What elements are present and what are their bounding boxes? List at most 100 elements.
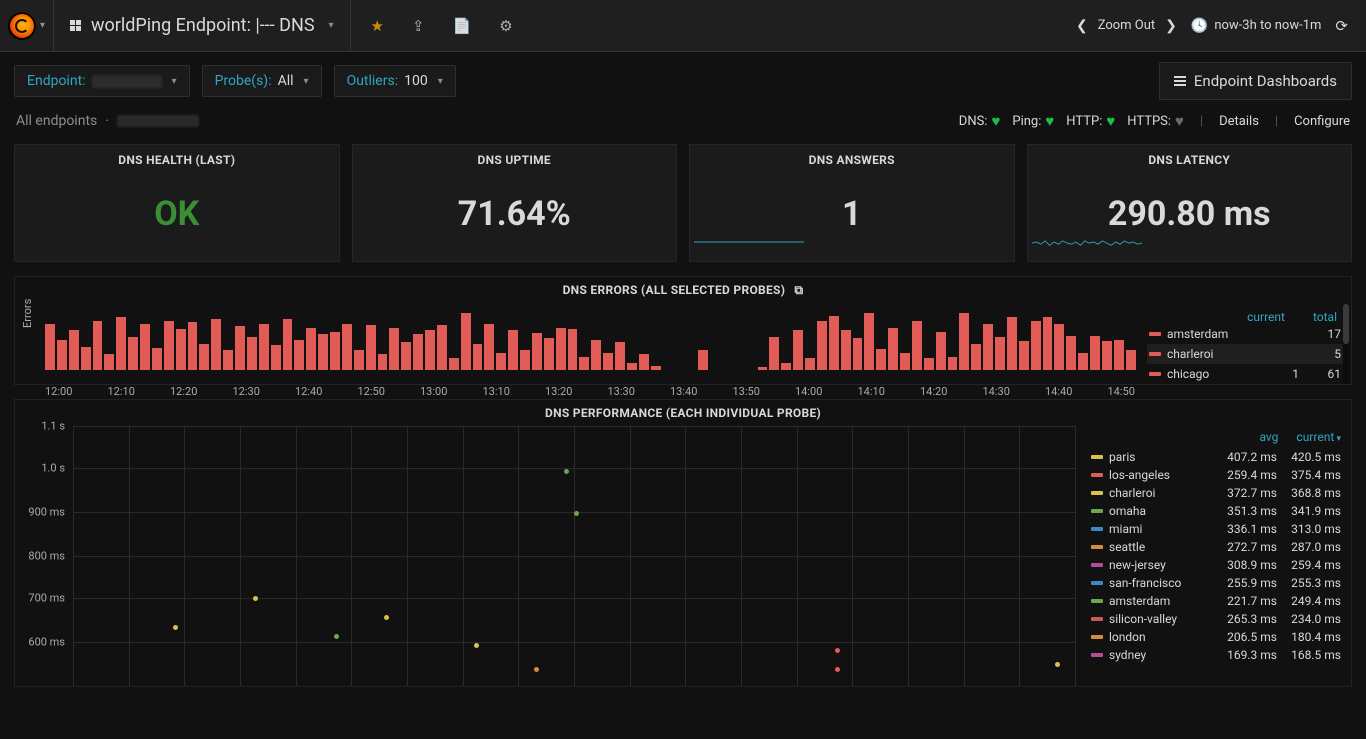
time-back-icon[interactable]: ❮	[1076, 18, 1088, 34]
grafana-logo[interactable]: ▾	[0, 0, 54, 52]
panel-dns-latency[interactable]: DNS LATENCY 290.80 ms	[1027, 144, 1353, 262]
error-bar	[912, 321, 922, 370]
legend-name: sydney	[1109, 648, 1213, 662]
legend-name: miami	[1109, 522, 1213, 536]
dashboard-grid-icon	[70, 20, 81, 31]
breadcrumb: All endpoints ·	[16, 113, 199, 129]
heart-icon: ♥	[1045, 112, 1054, 130]
legend-row[interactable]: chicago161	[1147, 364, 1343, 384]
var-endpoint[interactable]: Endpoint: ▾	[14, 65, 190, 97]
error-bar	[294, 340, 304, 370]
heart-icon: ♥	[991, 112, 1000, 130]
legend-current: 420.5 ms	[1283, 450, 1341, 464]
legend-row[interactable]: miami336.1 ms313.0 ms	[1089, 520, 1343, 538]
perf-plot-area[interactable]: 1.1 s1.0 s900 ms800 ms700 ms600 ms	[73, 426, 1075, 686]
legend-swatch	[1091, 563, 1103, 567]
health-http[interactable]: HTTP:♥	[1066, 112, 1115, 130]
var-endpoint-label: Endpoint:	[27, 73, 86, 89]
error-bar	[698, 350, 708, 370]
error-bar	[318, 334, 328, 370]
legend-header-total[interactable]: total	[1313, 310, 1337, 324]
legend-row[interactable]: los-angeles259.4 ms375.4 ms	[1089, 466, 1343, 484]
x-tick: 12:30	[233, 385, 260, 398]
legend-header-current[interactable]: current	[1296, 430, 1341, 444]
legend-avg: 272.7 ms	[1219, 540, 1277, 554]
legend-row[interactable]: sydney169.3 ms168.5 ms	[1089, 646, 1343, 664]
legend-swatch	[1091, 455, 1103, 459]
legend-row[interactable]: san-francisco255.9 ms255.3 ms	[1089, 574, 1343, 592]
scrollbar[interactable]	[1343, 304, 1349, 384]
panel-title: DNS ANSWERS	[809, 153, 895, 167]
chevron-down-icon: ▾	[438, 76, 443, 87]
legend-name: chicago	[1167, 367, 1257, 381]
var-probes[interactable]: Probe(s): All ▾	[202, 65, 322, 97]
panel-dns-performance[interactable]: DNS PERFORMANCE (EACH INDIVIDUAL PROBE) …	[14, 399, 1352, 687]
data-point	[173, 625, 178, 630]
stat-panels-row: DNS HEALTH (LAST) OK DNS UPTIME 71.64% D…	[0, 138, 1366, 262]
dashboard-picker[interactable]: worldPing Endpoint: |--- DNS ▾	[54, 0, 351, 52]
legend-name: los-angeles	[1109, 468, 1213, 482]
legend-row[interactable]: london206.5 ms180.4 ms	[1089, 628, 1343, 646]
panel-title: DNS HEALTH (LAST)	[118, 153, 235, 167]
legend-row[interactable]: charleroi5	[1147, 344, 1343, 364]
legend-avg: 169.3 ms	[1219, 648, 1277, 662]
error-bar	[247, 337, 257, 370]
var-endpoint-value-redacted	[92, 75, 162, 88]
error-bar	[57, 340, 67, 370]
time-forward-icon[interactable]: ❯	[1165, 18, 1177, 34]
error-bar	[378, 354, 388, 370]
endpoint-dashboards-button[interactable]: Endpoint Dashboards	[1159, 62, 1352, 100]
star-icon[interactable]: ★	[371, 17, 384, 35]
settings-gear-icon[interactable]: ⚙	[499, 17, 512, 35]
time-range-picker[interactable]: 🕓 now-3h to now-1m	[1191, 18, 1322, 34]
health-https[interactable]: HTTPS:♥	[1127, 112, 1184, 130]
legend-avg: 308.9 ms	[1219, 558, 1277, 572]
error-bar	[259, 324, 269, 370]
legend-row[interactable]: amsterdam221.7 ms249.4 ms	[1089, 592, 1343, 610]
legend-row[interactable]: amsterdam17	[1147, 324, 1343, 344]
panel-dns-errors[interactable]: DNS ERRORS (ALL SELECTED PROBES) ⧉ Error…	[14, 276, 1352, 385]
legend-header-current[interactable]: current	[1247, 310, 1285, 324]
legend-row[interactable]: paris407.2 ms420.5 ms	[1089, 448, 1343, 466]
error-bar	[1019, 341, 1029, 370]
legend-row[interactable]: charleroi372.7 ms368.8 ms	[1089, 484, 1343, 502]
share-icon[interactable]: ⇪	[412, 17, 425, 35]
var-outliers[interactable]: Outliers: 100 ▾	[334, 65, 456, 97]
legend-swatch	[1149, 352, 1161, 356]
error-bar	[306, 328, 316, 370]
legend-row[interactable]: seattle272.7 ms287.0 ms	[1089, 538, 1343, 556]
configure-link[interactable]: Configure	[1294, 114, 1350, 129]
refresh-icon[interactable]: ⟳	[1335, 17, 1348, 35]
panel-dns-answers[interactable]: DNS ANSWERS 1	[689, 144, 1015, 262]
error-bar	[188, 322, 198, 370]
legend-name: amsterdam	[1167, 327, 1257, 341]
legend-row[interactable]: new-jersey308.9 ms259.4 ms	[1089, 556, 1343, 574]
legend-header-avg[interactable]: avg	[1259, 430, 1278, 444]
details-link[interactable]: Details	[1219, 114, 1259, 129]
x-tick: 14:20	[920, 385, 947, 398]
legend-name: seattle	[1109, 540, 1213, 554]
zoom-out-button[interactable]: Zoom Out	[1098, 18, 1155, 33]
error-bar	[888, 328, 898, 370]
error-bar	[995, 337, 1005, 370]
legend-name: london	[1109, 630, 1213, 644]
panel-dns-uptime[interactable]: DNS UPTIME 71.64%	[352, 144, 678, 262]
panel-dns-health[interactable]: DNS HEALTH (LAST) OK	[14, 144, 340, 262]
panel-value: 1	[842, 167, 862, 261]
health-ping[interactable]: Ping:♥	[1012, 112, 1054, 130]
external-link-icon[interactable]: ⧉	[795, 283, 804, 297]
save-icon[interactable]: 📄	[453, 17, 472, 35]
error-bar	[639, 354, 649, 370]
endpoint-dashboards-label: Endpoint Dashboards	[1194, 72, 1337, 90]
legend-row[interactable]: silicon-valley265.3 ms234.0 ms	[1089, 610, 1343, 628]
legend-swatch	[1091, 545, 1103, 549]
sparkline	[1032, 231, 1142, 253]
legend-avg: 372.7 ms	[1219, 486, 1277, 500]
legend-row[interactable]: omaha351.3 ms341.9 ms	[1089, 502, 1343, 520]
health-dns[interactable]: DNS:♥	[959, 112, 1001, 130]
errors-plot-area[interactable]: Errors 12:0012:1012:2012:3012:4012:5013:…	[45, 304, 1135, 384]
legend-swatch	[1091, 527, 1103, 531]
breadcrumb-all-endpoints[interactable]: All endpoints	[16, 113, 97, 129]
legend-current: 375.4 ms	[1283, 468, 1341, 482]
error-bar	[579, 357, 589, 370]
